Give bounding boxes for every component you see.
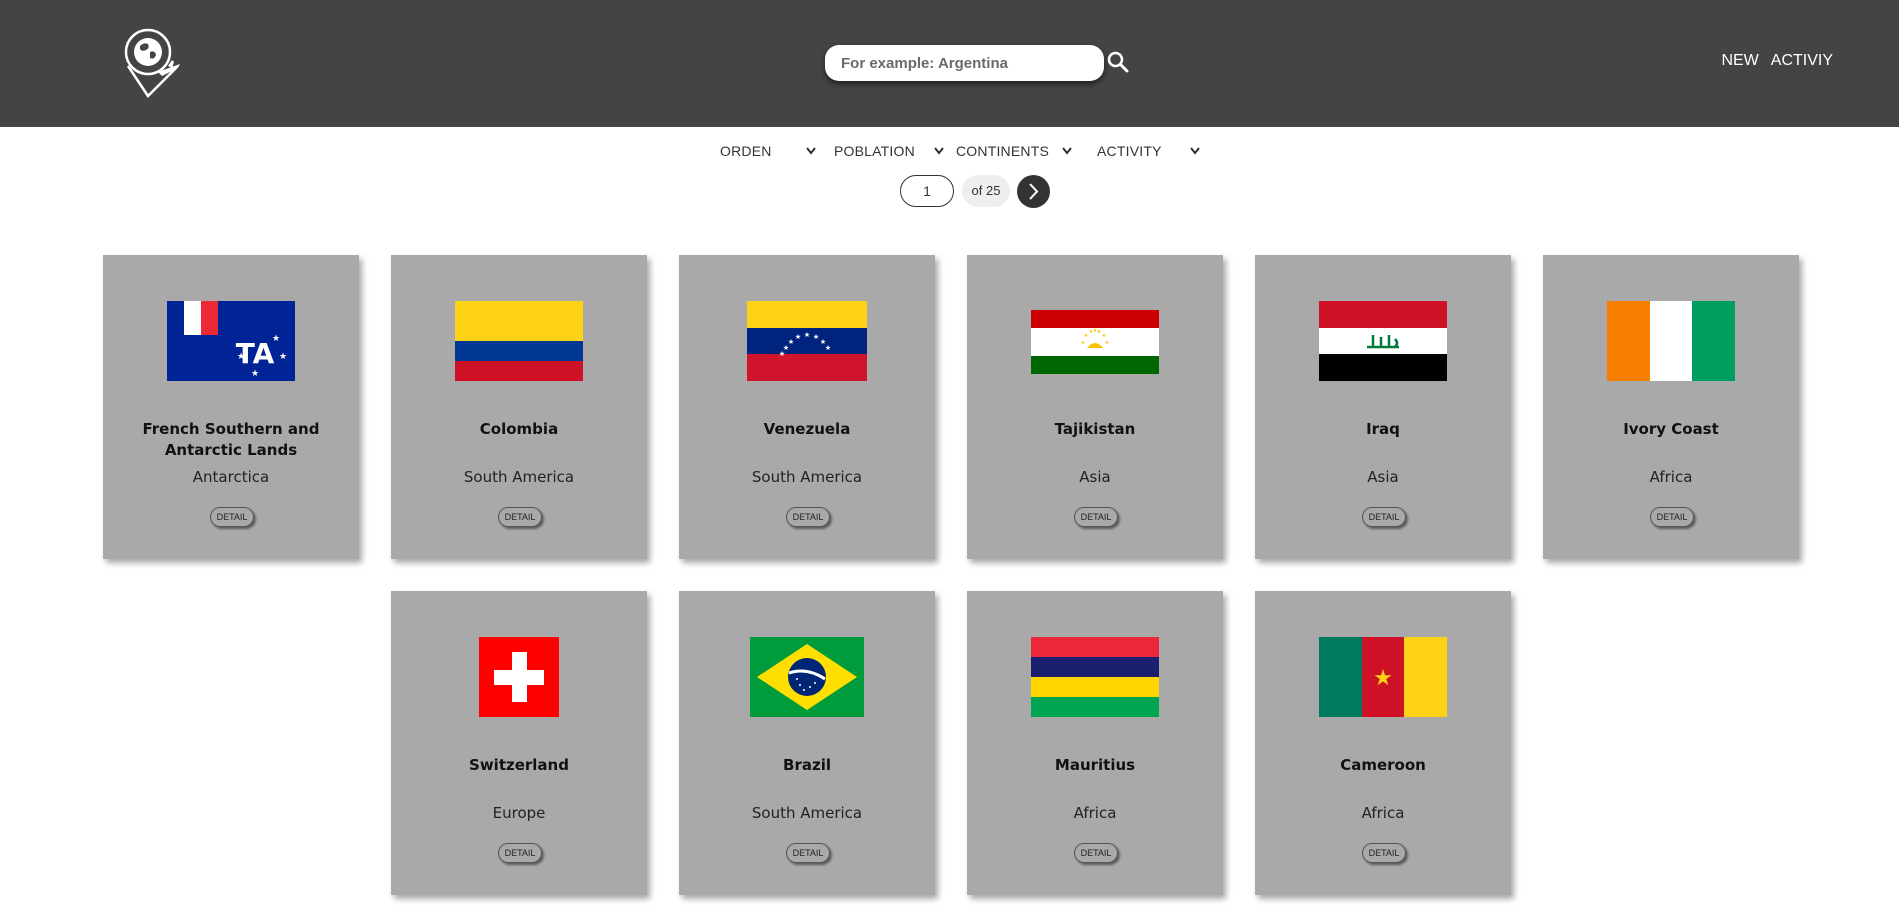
chevron-right-icon bbox=[1029, 183, 1039, 200]
next-page-button[interactable] bbox=[1017, 175, 1050, 208]
country-card: Switzerland Europe DETAIL bbox=[391, 591, 647, 895]
detail-button[interactable]: DETAIL bbox=[786, 507, 830, 527]
page-total-label: of 25 bbox=[962, 175, 1010, 207]
country-continent: Antarctica bbox=[192, 468, 270, 486]
flag-switzerland-icon bbox=[479, 637, 559, 717]
country-name: Brazil bbox=[783, 756, 831, 774]
svg-text:★: ★ bbox=[1373, 666, 1393, 691]
svg-text:★: ★ bbox=[237, 352, 245, 362]
detail-button[interactable]: DETAIL bbox=[498, 507, 542, 527]
flag-colombia-icon bbox=[455, 301, 583, 381]
filter-poblation-select[interactable]: POBLATION bbox=[834, 140, 949, 162]
filter-poblation-label: POBLATION bbox=[834, 143, 915, 159]
country-name: Venezuela bbox=[763, 420, 851, 438]
filter-activity-label: ACTIVITY bbox=[1097, 143, 1162, 159]
search-box bbox=[825, 45, 1104, 81]
svg-text:★: ★ bbox=[795, 333, 801, 341]
filter-orden-select[interactable]: ORDEN bbox=[720, 140, 820, 162]
flag-iraq-icon bbox=[1319, 301, 1447, 381]
country-continent: Africa bbox=[1361, 804, 1405, 822]
header-bar: NEW ACTIVIY bbox=[0, 0, 1899, 127]
flag-brazil-icon bbox=[750, 637, 864, 717]
country-continent: Europe bbox=[492, 804, 546, 822]
svg-text:★: ★ bbox=[272, 334, 280, 344]
country-name: Iraq bbox=[1366, 420, 1400, 438]
country-card: Iraq Asia DETAIL bbox=[1255, 255, 1511, 559]
svg-text:★: ★ bbox=[779, 350, 785, 358]
country-continent: South America bbox=[751, 804, 863, 822]
flag-cameroon-icon: ★ bbox=[1319, 637, 1447, 717]
top-nav: NEW ACTIVIY bbox=[1721, 52, 1833, 70]
chevron-down-icon bbox=[806, 147, 816, 155]
flag-french-southern-antarctic-lands-icon: TA ★ ★ ★ ★ bbox=[167, 301, 295, 381]
detail-button[interactable]: DETAIL bbox=[210, 507, 254, 527]
detail-button[interactable]: DETAIL bbox=[1074, 843, 1118, 863]
flag-mauritius-icon bbox=[1031, 637, 1159, 717]
chevron-down-icon bbox=[934, 147, 944, 155]
detail-button[interactable]: DETAIL bbox=[498, 843, 542, 863]
country-name: French Southern and Antarctic Lands bbox=[142, 420, 320, 459]
country-continent: South America bbox=[463, 468, 575, 486]
country-name: Switzerland bbox=[469, 756, 569, 774]
chevron-down-icon bbox=[1062, 147, 1072, 155]
svg-text:★: ★ bbox=[788, 338, 794, 346]
svg-text:★: ★ bbox=[279, 352, 287, 362]
country-card: Mauritius Africa DETAIL bbox=[967, 591, 1223, 895]
svg-text:★: ★ bbox=[813, 333, 819, 341]
page-number-input[interactable] bbox=[900, 175, 954, 207]
chevron-down-icon bbox=[1190, 147, 1200, 155]
detail-button[interactable]: DETAIL bbox=[1362, 843, 1406, 863]
flag-ivory-coast-icon bbox=[1607, 301, 1735, 381]
filter-continents-label: CONTINENTS bbox=[956, 143, 1049, 159]
country-name: Ivory Coast bbox=[1623, 420, 1719, 438]
detail-button[interactable]: DETAIL bbox=[786, 843, 830, 863]
country-continent: Africa bbox=[1073, 804, 1117, 822]
country-name: Colombia bbox=[479, 420, 559, 438]
filter-orden-label: ORDEN bbox=[720, 143, 772, 159]
country-continent: Asia bbox=[1367, 468, 1399, 486]
country-card: Colombia South America DETAIL bbox=[391, 255, 647, 559]
country-continent: Asia bbox=[1079, 468, 1111, 486]
svg-text:★: ★ bbox=[251, 369, 259, 379]
country-card: ★ Cameroon Africa DETAIL bbox=[1255, 591, 1511, 895]
detail-button[interactable]: DETAIL bbox=[1074, 507, 1118, 527]
country-card: Ivory Coast Africa DETAIL bbox=[1543, 255, 1799, 559]
svg-text:★: ★ bbox=[825, 344, 831, 352]
country-name: Tajikistan bbox=[1054, 420, 1136, 438]
svg-text:★: ★ bbox=[804, 331, 810, 339]
country-card: ★ ★ ★ ★ ★ ★ ★ ★ Venezuela South America DETAIL bbox=[679, 255, 935, 559]
filter-activity-select[interactable]: ACTIVITY bbox=[1097, 140, 1207, 162]
country-continent: South America bbox=[751, 468, 863, 486]
svg-text:★: ★ bbox=[1102, 333, 1107, 339]
country-card: TA ★ ★ ★ ★ French Southern and Antarctic… bbox=[103, 255, 359, 559]
detail-button[interactable]: DETAIL bbox=[1362, 507, 1406, 527]
search-input[interactable] bbox=[825, 45, 1104, 81]
nav-activity-link[interactable]: ACTIVIY bbox=[1771, 52, 1833, 70]
country-name: Cameroon bbox=[1340, 756, 1426, 774]
country-card: Brazil South America DETAIL bbox=[679, 591, 935, 895]
svg-text:★: ★ bbox=[1105, 340, 1110, 346]
country-card: ★ ★ ★ ★ ★ ★ ★ Tajikistan Asia DETAIL bbox=[967, 255, 1223, 559]
svg-text:★: ★ bbox=[1081, 340, 1086, 346]
country-name: Mauritius bbox=[1054, 756, 1136, 774]
globe-plane-logo-icon[interactable] bbox=[118, 22, 182, 102]
detail-button[interactable]: DETAIL bbox=[1650, 507, 1694, 527]
filter-continents-select[interactable]: CONTINENTS bbox=[956, 140, 1074, 162]
nav-new-link[interactable]: NEW bbox=[1721, 52, 1758, 70]
search-icon[interactable] bbox=[1106, 50, 1130, 74]
flag-tajikistan-icon: ★★★ ★ ★★★ bbox=[1031, 310, 1159, 374]
flag-venezuela-icon: ★★★ ★ ★★★★ bbox=[747, 301, 867, 381]
country-continent: Africa bbox=[1649, 468, 1693, 486]
